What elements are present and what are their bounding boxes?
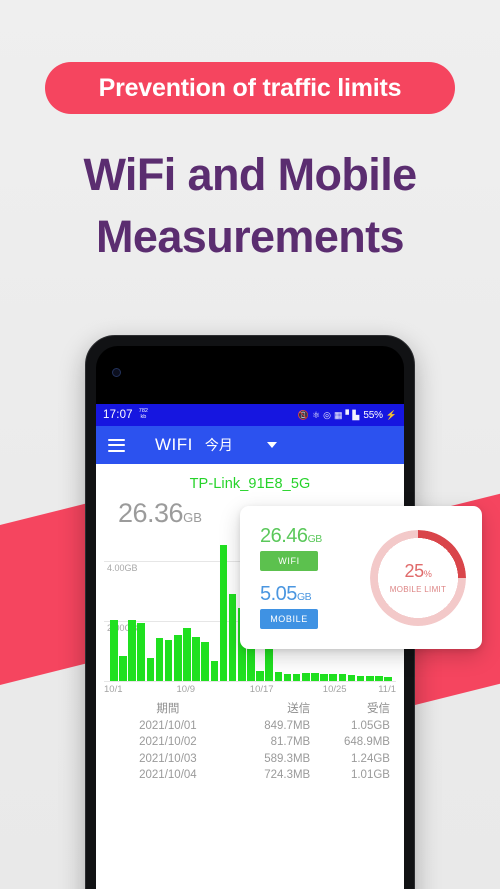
cell-period: 2021/10/03 [139, 752, 197, 765]
promo-pill-text: Prevention of traffic limits [98, 73, 402, 102]
chart-bar [137, 623, 146, 681]
mobile-limit-gauge: 25% MOBILE LIMIT [370, 529, 466, 626]
table-body: 2021/10/01 849.7MB 1.05GB 2021/10/02 81.7MB 6… [106, 718, 394, 784]
chart-bar [119, 656, 127, 681]
headline-line-2: Measurements [96, 211, 405, 263]
chart-bar [173, 634, 182, 681]
chart-x-tick-label: 10/9 [176, 684, 196, 695]
column-header-sent: 送信 [287, 703, 311, 715]
app-toolbar: WIFI 今月 [96, 426, 404, 464]
cell-sent: 724.3MB [264, 769, 311, 781]
data-rate-indicator: 782 kb [139, 408, 148, 421]
promo-pill: Prevention of traffic limits [45, 62, 455, 114]
table-header-row: 期間 送信 受信 [106, 701, 394, 718]
gauge-percent: 25% [404, 561, 431, 582]
total-usage-unit: GB [183, 510, 202, 525]
gauge-percent-symbol: % [423, 569, 432, 579]
column-header-received: 受信 [366, 703, 390, 715]
chart-bar [128, 619, 136, 681]
vibrate-icon: 📵 [297, 409, 310, 420]
chart-bar [219, 544, 228, 681]
wifi-usage-unit: GB [307, 533, 323, 545]
signal-icon: ▘▙ [345, 409, 360, 420]
chart-bar [155, 638, 164, 681]
total-usage-value: 26.36 [118, 498, 184, 528]
chart-x-tick-label: 10/17 [249, 684, 274, 695]
status-time: 17:07 [103, 409, 133, 421]
table-row[interactable]: 2021/10/02 81.7MB 648.9MB [106, 734, 394, 751]
mobile-usage-number: 5.05 [260, 583, 297, 605]
chevron-down-icon[interactable] [266, 442, 277, 448]
column-header-period: 期間 [156, 703, 180, 715]
ssid-label: TP-Link_91E8_5G [189, 476, 311, 492]
chart-x-tick-label: 11/1 [378, 684, 396, 695]
cell-period: 2021/10/04 [139, 769, 197, 781]
chart-bar [201, 642, 210, 681]
front-camera-icon [112, 368, 121, 377]
gauge-center: 25% MOBILE LIMIT [370, 530, 466, 626]
chart-bar [210, 660, 219, 681]
chart-bar [164, 639, 173, 681]
usage-summary-card: 26.46GB WIFI 5.05GB MOBILE 25% MOBILE LI… [240, 506, 482, 649]
cell-received: 648.9MB [343, 736, 390, 748]
mobile-badge: MOBILE [260, 609, 318, 629]
cell-period: 2021/10/01 [139, 719, 197, 732]
data-rate-unit: kb [140, 414, 147, 420]
toolbar-period-label[interactable]: 今月 [205, 435, 233, 455]
wifi-usage-number: 26.46 [260, 525, 308, 547]
cell-sent: 589.3MB [264, 752, 311, 765]
chart-bar [292, 674, 301, 681]
sim-icon: ▦ [334, 409, 343, 420]
gauge-percent-number: 25 [404, 561, 424, 581]
cell-received: 1.01GB [350, 769, 390, 781]
chart-bar [146, 657, 155, 681]
android-status-bar: 17:07 782 kb 📵 ⚛ ◎ ▦ ▘▙ 55% ⚡ [96, 404, 404, 426]
chart-bar [110, 619, 118, 681]
cell-period: 2021/10/02 [139, 736, 197, 748]
chart-bar [183, 627, 191, 681]
cell-sent: 849.7MB [264, 719, 311, 732]
wifi-badge: WIFI [260, 551, 318, 571]
chart-bar [256, 670, 264, 681]
promo-stage: Prevention of traffic limits WiFi and Mo… [0, 0, 500, 889]
usage-table: 期間 送信 受信 2021/10/01 849.7MB 1.05GB 2021/10/… [106, 701, 394, 784]
bluetooth-icon: ⚛ [312, 409, 321, 420]
battery-percent: 55% [363, 409, 383, 421]
headline-line-1: WiFi and Mobile [83, 149, 417, 200]
toolbar-title: WIFI [155, 435, 193, 454]
cell-received: 1.24GB [350, 752, 390, 765]
chart-bar [283, 673, 292, 681]
charging-bolt-icon: ⚡ [385, 409, 397, 420]
chart-bar [192, 636, 200, 681]
cell-received: 1.05GB [350, 719, 390, 732]
menu-icon[interactable] [108, 438, 125, 452]
chart-x-tick-label: 10/25 [322, 684, 347, 695]
chart-bar [301, 672, 310, 681]
table-row[interactable]: 2021/10/03 589.3MB 1.24GB [106, 751, 394, 768]
location-icon: ◎ [323, 409, 331, 420]
chart-bar [228, 594, 237, 681]
wifi-usage-value: 26.46GB [260, 526, 356, 546]
status-icon-group: 📵 ⚛ ◎ ▦ ▘▙ 55% ⚡ [298, 410, 397, 421]
table-row[interactable]: 2021/10/01 849.7MB 1.05GB [106, 718, 394, 735]
chart-bar [274, 672, 283, 681]
table-row[interactable]: 2021/10/04 724.3MB 1.01GB [106, 767, 394, 784]
chart-x-axis: 10/1 10/9 10/17 10/25 11/1 [104, 681, 396, 697]
chart-x-tick-label: 10/1 [104, 684, 123, 695]
chart-bar [320, 673, 328, 681]
chart-bar [338, 674, 347, 681]
usage-summary-values: 26.46GB WIFI 5.05GB MOBILE [260, 526, 356, 629]
gauge-label: MOBILE LIMIT [389, 585, 447, 594]
page-title: WiFi and Mobile Measurements [0, 144, 500, 268]
chart-bar [311, 673, 319, 681]
cell-sent: 81.7MB [270, 736, 311, 748]
mobile-usage-unit: GB [296, 591, 312, 603]
mobile-usage-value: 5.05GB [260, 584, 356, 604]
chart-bar [329, 673, 338, 681]
